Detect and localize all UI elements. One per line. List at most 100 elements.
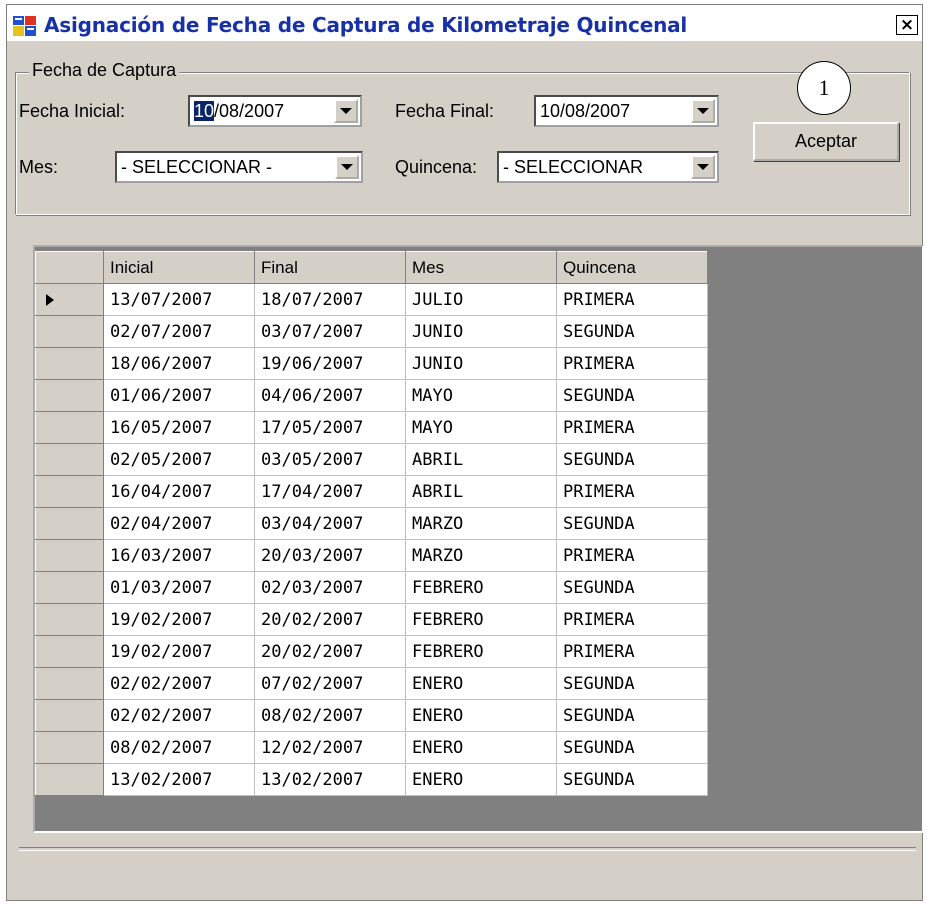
cell-final[interactable]: 04/06/2007 xyxy=(254,379,406,412)
row-header[interactable] xyxy=(35,731,104,764)
row-header[interactable] xyxy=(35,539,104,572)
cell-quincena[interactable]: PRIMERA xyxy=(556,347,708,380)
cell-inicial[interactable]: 19/02/2007 xyxy=(103,635,255,668)
row-header[interactable] xyxy=(35,635,104,668)
row-header[interactable] xyxy=(35,283,104,316)
fecha-inicial-datepicker[interactable]: 10/08/2007 xyxy=(188,95,362,127)
cell-inicial[interactable]: 16/04/2007 xyxy=(103,475,255,508)
column-header-inicial[interactable]: Inicial xyxy=(103,251,255,284)
mes-select[interactable]: - SELECCIONAR - xyxy=(115,151,363,183)
table-row[interactable]: 02/02/2007 08/02/2007 ENERO SEGUNDA xyxy=(35,699,708,732)
table-row[interactable]: 19/02/2007 20/02/2007 FEBRERO PRIMERA xyxy=(35,603,708,636)
row-header[interactable] xyxy=(35,507,104,540)
table-row[interactable]: 02/04/2007 03/04/2007 MARZO SEGUNDA xyxy=(35,507,708,540)
table-row[interactable]: 01/06/2007 04/06/2007 MAYO SEGUNDA xyxy=(35,379,708,412)
cell-final[interactable]: 03/05/2007 xyxy=(254,443,406,476)
cell-mes[interactable]: ENERO xyxy=(405,763,557,796)
row-header[interactable] xyxy=(35,571,104,604)
data-grid[interactable]: Inicial Final Mes Quincena 13/07/2007 18/… xyxy=(33,245,924,833)
grid-corner-cell[interactable] xyxy=(35,251,104,284)
row-header[interactable] xyxy=(35,315,104,348)
column-header-mes[interactable]: Mes xyxy=(405,251,557,284)
cell-quincena[interactable]: SEGUNDA xyxy=(556,315,708,348)
cell-quincena[interactable]: SEGUNDA xyxy=(556,667,708,700)
cell-quincena[interactable]: SEGUNDA xyxy=(556,763,708,796)
cell-final[interactable]: 08/02/2007 xyxy=(254,699,406,732)
cell-quincena[interactable]: PRIMERA xyxy=(556,603,708,636)
cell-quincena[interactable]: SEGUNDA xyxy=(556,379,708,412)
cell-mes[interactable]: FEBRERO xyxy=(405,571,557,604)
row-header[interactable] xyxy=(35,763,104,796)
cell-mes[interactable]: ABRIL xyxy=(405,443,557,476)
cell-inicial[interactable]: 02/04/2007 xyxy=(103,507,255,540)
cell-inicial[interactable]: 02/02/2007 xyxy=(103,667,255,700)
cell-mes[interactable]: MAYO xyxy=(405,379,557,412)
cell-inicial[interactable]: 19/02/2007 xyxy=(103,603,255,636)
row-header[interactable] xyxy=(35,475,104,508)
fecha-inicial-dropdown-button[interactable] xyxy=(334,99,358,123)
cell-final[interactable]: 02/03/2007 xyxy=(254,571,406,604)
cell-mes[interactable]: ENERO xyxy=(405,699,557,732)
cell-inicial[interactable]: 02/02/2007 xyxy=(103,699,255,732)
cell-final[interactable]: 03/07/2007 xyxy=(254,315,406,348)
cell-mes[interactable]: FEBRERO xyxy=(405,635,557,668)
column-header-quincena[interactable]: Quincena xyxy=(556,251,708,284)
cell-mes[interactable]: FEBRERO xyxy=(405,603,557,636)
row-header[interactable] xyxy=(35,347,104,380)
cell-mes[interactable]: JUNIO xyxy=(405,315,557,348)
cell-mes[interactable]: MARZO xyxy=(405,539,557,572)
row-header[interactable] xyxy=(35,667,104,700)
table-row[interactable]: 01/03/2007 02/03/2007 FEBRERO SEGUNDA xyxy=(35,571,708,604)
cell-inicial[interactable]: 01/03/2007 xyxy=(103,571,255,604)
cell-inicial[interactable]: 18/06/2007 xyxy=(103,347,255,380)
cell-final[interactable]: 12/02/2007 xyxy=(254,731,406,764)
fecha-final-dropdown-button[interactable] xyxy=(691,99,715,123)
cell-inicial[interactable]: 16/03/2007 xyxy=(103,539,255,572)
cell-final[interactable]: 20/02/2007 xyxy=(254,635,406,668)
cell-mes[interactable]: MAYO xyxy=(405,411,557,444)
table-row[interactable]: 16/03/2007 20/03/2007 MARZO PRIMERA xyxy=(35,539,708,572)
table-row[interactable]: 02/02/2007 07/02/2007 ENERO SEGUNDA xyxy=(35,667,708,700)
cell-final[interactable]: 20/03/2007 xyxy=(254,539,406,572)
cell-final[interactable]: 17/04/2007 xyxy=(254,475,406,508)
cell-quincena[interactable]: SEGUNDA xyxy=(556,507,708,540)
row-header[interactable] xyxy=(35,699,104,732)
cell-quincena[interactable]: SEGUNDA xyxy=(556,699,708,732)
row-header[interactable] xyxy=(35,603,104,636)
cell-quincena[interactable]: PRIMERA xyxy=(556,411,708,444)
table-row[interactable]: 16/04/2007 17/04/2007 ABRIL PRIMERA xyxy=(35,475,708,508)
fecha-final-datepicker[interactable]: 10/08/2007 xyxy=(534,95,719,127)
aceptar-button[interactable]: Aceptar xyxy=(753,122,899,161)
cell-quincena[interactable]: SEGUNDA xyxy=(556,731,708,764)
quincena-dropdown-button[interactable] xyxy=(691,155,715,179)
row-header[interactable] xyxy=(35,379,104,412)
table-row[interactable]: 02/05/2007 03/05/2007 ABRIL SEGUNDA xyxy=(35,443,708,476)
cell-inicial[interactable]: 13/02/2007 xyxy=(103,763,255,796)
cell-final[interactable]: 03/04/2007 xyxy=(254,507,406,540)
table-row[interactable]: 08/02/2007 12/02/2007 ENERO SEGUNDA xyxy=(35,731,708,764)
cell-inicial[interactable]: 13/07/2007 xyxy=(103,283,255,316)
cell-final[interactable]: 13/02/2007 xyxy=(254,763,406,796)
cell-quincena[interactable]: PRIMERA xyxy=(556,635,708,668)
table-row[interactable]: 13/02/2007 13/02/2007 ENERO SEGUNDA xyxy=(35,763,708,796)
cell-mes[interactable]: JULIO xyxy=(405,283,557,316)
cell-inicial[interactable]: 08/02/2007 xyxy=(103,731,255,764)
column-header-final[interactable]: Final xyxy=(254,251,406,284)
row-header[interactable] xyxy=(35,411,104,444)
table-row[interactable]: 02/07/2007 03/07/2007 JUNIO SEGUNDA xyxy=(35,315,708,348)
cell-final[interactable]: 19/06/2007 xyxy=(254,347,406,380)
table-row[interactable]: 13/07/2007 18/07/2007 JULIO PRIMERA xyxy=(35,283,708,316)
table-row[interactable]: 19/02/2007 20/02/2007 FEBRERO PRIMERA xyxy=(35,635,708,668)
cell-final[interactable]: 17/05/2007 xyxy=(254,411,406,444)
cell-quincena[interactable]: SEGUNDA xyxy=(556,571,708,604)
cell-quincena[interactable]: PRIMERA xyxy=(556,539,708,572)
cell-quincena[interactable]: PRIMERA xyxy=(556,475,708,508)
table-row[interactable]: 18/06/2007 19/06/2007 JUNIO PRIMERA xyxy=(35,347,708,380)
cell-inicial[interactable]: 16/05/2007 xyxy=(103,411,255,444)
cell-inicial[interactable]: 01/06/2007 xyxy=(103,379,255,412)
quincena-select[interactable]: - SELECCIONAR xyxy=(497,151,719,183)
cell-final[interactable]: 07/02/2007 xyxy=(254,667,406,700)
cell-mes[interactable]: MARZO xyxy=(405,507,557,540)
cell-final[interactable]: 18/07/2007 xyxy=(254,283,406,316)
cell-quincena[interactable]: SEGUNDA xyxy=(556,443,708,476)
